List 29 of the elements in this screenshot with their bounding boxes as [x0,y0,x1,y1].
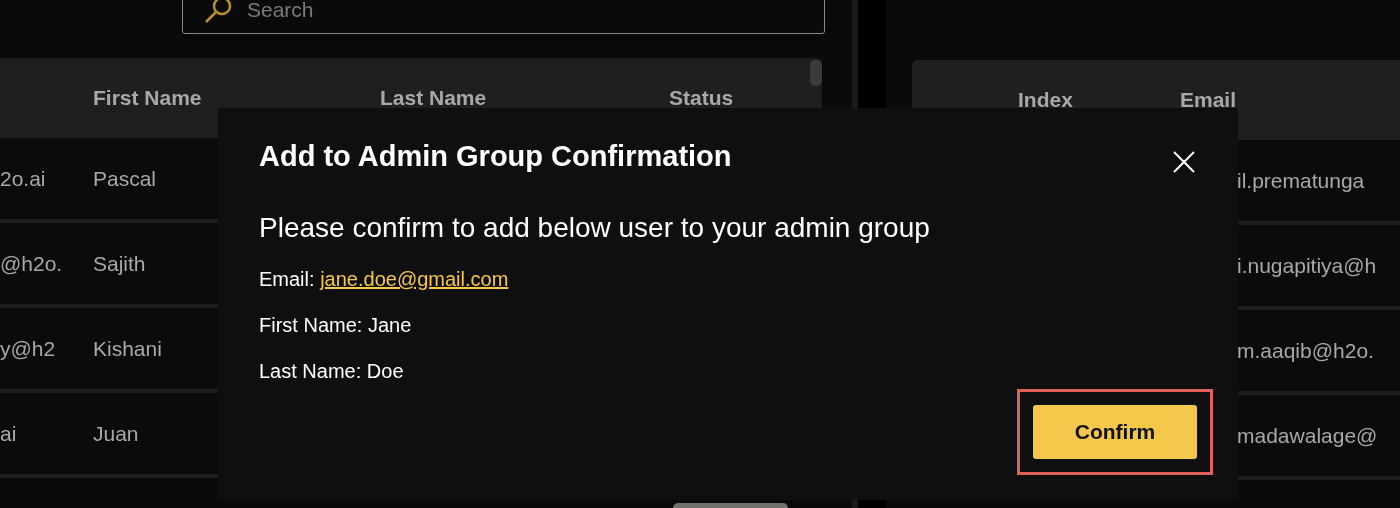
detail-text: First Name: Jane [259,313,413,338]
email-label: Email: [259,268,315,290]
column-header: First Name [93,86,202,110]
table-cell: i.nugapitiya@h [1237,253,1377,278]
column-header: Last Name [380,86,487,110]
search-field[interactable]: Search [182,0,825,34]
table-cell: madawalage@ [1237,423,1378,448]
table-cell: Juan [93,421,139,446]
search-input[interactable]: Search [245,0,804,23]
table-cell-text: @h2o. [0,251,64,276]
table-cell: Sajith [93,251,146,276]
close-icon[interactable] [1172,150,1196,174]
table-cell: Kishani [93,336,162,361]
table-cell: il.prematunga [1237,168,1365,193]
table-cell-text: ai [0,421,18,446]
column-header: Index [1018,88,1073,112]
column-header: Email [1180,88,1237,112]
dialog-message: Please confirm to add below user to your admin group [259,211,931,245]
confirm-button[interactable]: Confirm [1033,405,1197,459]
scrollbar-thumb[interactable] [810,60,822,86]
dialog-title: Add to Admin Group Confirmation [259,139,732,174]
search-icon [203,0,233,25]
table-cell: Pascal [93,166,157,191]
table-cell-text: 2o.ai [0,166,47,191]
email-link[interactable]: jane.doe@gmail.com [320,268,509,290]
column-header: Status [669,86,734,110]
detail-text: Last Name: Doe [259,359,405,384]
table-cell-text: y@h2 [0,336,57,361]
table-cell: m.aaqib@h2o. [1237,338,1374,363]
